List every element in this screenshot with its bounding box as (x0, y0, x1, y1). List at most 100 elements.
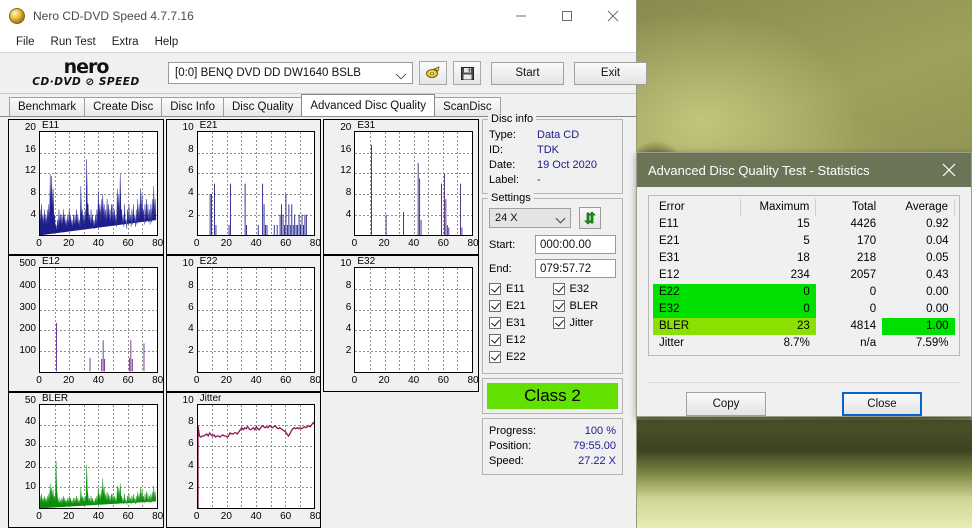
disc-info-row: Type: Data CD (489, 128, 616, 143)
chart-title: E31 (357, 120, 376, 131)
bar (304, 214, 306, 236)
checkbox-e12[interactable]: E12 (489, 334, 553, 346)
table-row[interactable]: BLER 23 4814 1.00 (653, 318, 955, 335)
tab-create-disc[interactable]: Create Disc (84, 97, 163, 116)
end-input[interactable]: 079:57.72 (535, 259, 616, 278)
tab-benchmark[interactable]: Benchmark (9, 97, 86, 116)
table-row[interactable]: E31 18 218 0.05 (653, 250, 955, 267)
disc-info-row: ID: TDK (489, 143, 616, 158)
y-tick-label: 8 (188, 279, 194, 291)
close-button[interactable] (590, 1, 636, 31)
chevron-down-icon (555, 213, 566, 224)
checkbox-e21[interactable]: E21 (489, 300, 553, 312)
tab-advanced-disc-quality[interactable]: Advanced Disc Quality (301, 94, 436, 116)
menu-item-extra[interactable]: Extra (104, 34, 147, 50)
cell-average: 1.00 (882, 318, 955, 335)
tab-disc-info[interactable]: Disc Info (161, 97, 224, 116)
cell-total: 170 (856, 235, 877, 247)
cell-total: 4814 (850, 320, 877, 332)
checkbox-column-right: E32 BLER Jitter (552, 283, 617, 368)
cell-maximum: 0 (740, 284, 816, 301)
disc-info-id-label: ID: (489, 144, 504, 156)
checkbox-e11[interactable]: E11 (489, 283, 553, 295)
drive-select[interactable]: [0:0] BENQ DVD DD DW1640 BSLB (168, 62, 413, 84)
x-tick-label: 40 (250, 374, 262, 386)
x-tick-label: 0 (351, 238, 358, 250)
chart-title: Jitter (199, 392, 222, 404)
table-row[interactable]: E22 0 0 0.00 (653, 284, 955, 301)
header-maximum: Maximum (740, 199, 817, 216)
table-row[interactable]: E32 0 0 0.00 (653, 301, 955, 318)
maximize-button[interactable] (544, 1, 590, 31)
checkmark-icon (489, 283, 501, 295)
class-result-box: Class 2 (482, 378, 623, 414)
y-tick-label: 50 (24, 394, 36, 406)
start-input[interactable]: 000:00.00 (535, 235, 616, 254)
bar (261, 183, 263, 236)
chart-bler: BLER 10 20 30 40 50 0 20 40 60 80 (8, 391, 164, 528)
y-tick-label: 6 (188, 437, 194, 449)
x-tick-label: 60 (437, 374, 449, 386)
y-tick-label: 16 (24, 143, 36, 155)
chart-series (40, 159, 157, 236)
table-row[interactable]: E12 234 2057 0.43 (653, 267, 955, 284)
menu-item-file[interactable]: File (8, 34, 43, 50)
checkmark-icon (489, 351, 501, 363)
chart-x-axis-labels: 0 20 40 60 80 (36, 375, 163, 389)
exit-button[interactable]: Exit (574, 61, 647, 85)
x-tick-label: 40 (408, 374, 420, 386)
bar (263, 204, 265, 236)
y-tick-label: 16 (340, 143, 352, 155)
save-button[interactable] (453, 61, 481, 85)
chart-title: E32 (357, 256, 376, 268)
checkbox-e32[interactable]: E32 (552, 283, 617, 295)
tab-content-advanced-disc-quality: E11 4 8 12 16 20 0 20 40 60 80 E21 2 4 6 8 10 0 20 40 60 80 … (0, 113, 636, 528)
chart-series (198, 268, 315, 371)
chart-title: E22 (199, 256, 218, 268)
x-tick-label: 0 (36, 238, 42, 250)
checkbox-e22[interactable]: E22 (489, 351, 553, 363)
x-tick-label: 20 (220, 238, 232, 250)
progress-label: Progress: (489, 425, 537, 437)
disc-info-row: Label: - (489, 173, 616, 188)
chart-series (198, 405, 315, 508)
close-dialog-button[interactable]: Close (842, 392, 922, 416)
y-tick-label: 4 (345, 208, 352, 220)
bar (385, 214, 387, 236)
statistics-dialog-footer: Copy Close (648, 382, 960, 416)
checkbox-e31[interactable]: E31 (489, 317, 553, 329)
bar (257, 224, 259, 236)
y-tick-label: 4 (188, 459, 194, 471)
refresh-button[interactable] (579, 207, 601, 229)
x-tick-label: 80 (309, 238, 321, 250)
header-average: Average (882, 199, 956, 216)
table-row[interactable]: E21 5 170 0.04 (653, 233, 955, 250)
y-tick-label: 500 (19, 258, 36, 270)
chevron-down-icon (395, 68, 407, 80)
checkbox-jitter[interactable]: Jitter (552, 317, 617, 329)
minimize-button[interactable] (498, 1, 544, 31)
y-tick-label: 40 (24, 416, 36, 428)
bar (444, 173, 446, 236)
info-column: Disc info Type: Data CD ID: TDK Date: 19… (481, 113, 627, 528)
chart-y-axis-labels: 10 20 30 40 50 (9, 395, 38, 509)
disc-info-date-value: 19 Oct 2020 (537, 159, 597, 171)
menu-item-help[interactable]: Help (147, 34, 187, 50)
start-button[interactable]: Start (491, 61, 564, 85)
bar (131, 359, 133, 372)
checkbox-bler[interactable]: BLER (552, 300, 617, 312)
y-tick-label: 400 (19, 279, 36, 291)
table-row[interactable]: Jitter 8.7% n/a 7.59% (653, 335, 955, 352)
y-tick-label: 20 (24, 459, 36, 471)
eject-disc-button[interactable] (419, 61, 447, 85)
cell-error: E31 (659, 252, 680, 264)
end-field-row: End: 079:57.72 (489, 259, 616, 278)
menu-item-run-test[interactable]: Run Test (43, 34, 104, 50)
copy-button[interactable]: Copy (686, 392, 766, 416)
checkbox-e31-label: E31 (506, 317, 526, 329)
tab-disc-quality[interactable]: Disc Quality (223, 97, 303, 116)
cell-error: Jitter (659, 337, 684, 349)
speed-select[interactable]: 24 X (489, 208, 571, 228)
table-row[interactable]: E11 15 4426 0.92 (653, 216, 955, 233)
close-icon[interactable] (927, 153, 971, 187)
